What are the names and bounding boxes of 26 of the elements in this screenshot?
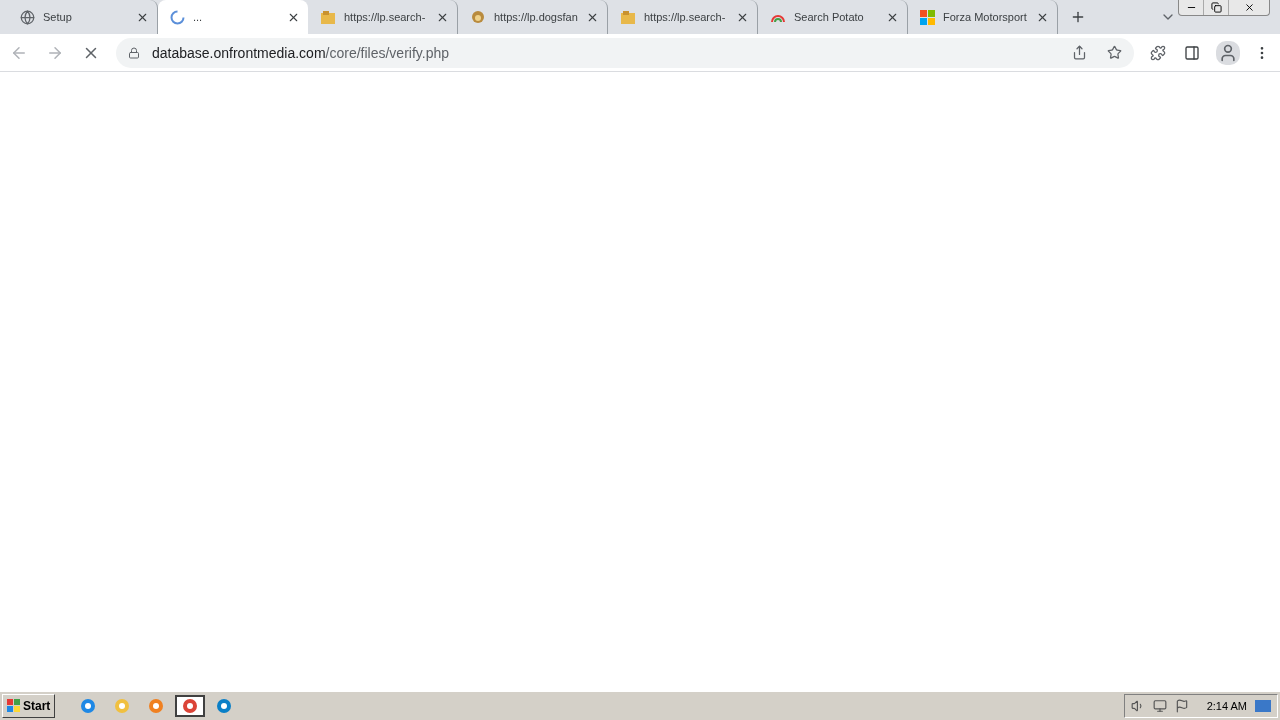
lock-icon [128, 46, 140, 59]
browser-tab[interactable]: https://lp.dogsfan [458, 0, 608, 34]
share-icon[interactable] [1072, 45, 1087, 60]
windows-flag-icon [7, 699, 21, 713]
star-icon[interactable] [1107, 45, 1122, 60]
puzzle-icon[interactable] [1150, 44, 1166, 61]
globe-icon [20, 9, 35, 25]
profile-icon[interactable] [1216, 40, 1240, 65]
clock: 2:14 AM [1206, 700, 1247, 712]
restore-icon[interactable] [1210, 2, 1222, 13]
close-icon[interactable] [1243, 2, 1255, 13]
browser-tab[interactable]: https://lp.search- [308, 0, 458, 34]
browser-tab[interactable]: https://lp.search- [608, 0, 758, 34]
side-panel-icon[interactable] [1184, 44, 1200, 61]
browser-tab[interactable]: Forza Motorsport [908, 0, 1058, 34]
address-bar[interactable]: database.onfrontmedia.com/core/files/verify.php [116, 37, 1134, 68]
browser-tab[interactable]: Search Potato [758, 0, 908, 34]
new-tab-icon[interactable] [1070, 9, 1086, 25]
browser-tab[interactable]: ... [158, 0, 308, 34]
taskbar-app[interactable] [175, 695, 206, 717]
url-text: database.onfrontmedia.com/core/files/verify.php [152, 44, 451, 61]
windows-logo-icon [920, 9, 935, 25]
spinner-icon [170, 9, 185, 25]
start-button[interactable]: Start [2, 694, 56, 718]
flag-icon[interactable] [1174, 699, 1189, 713]
network-icon[interactable] [1152, 699, 1167, 713]
